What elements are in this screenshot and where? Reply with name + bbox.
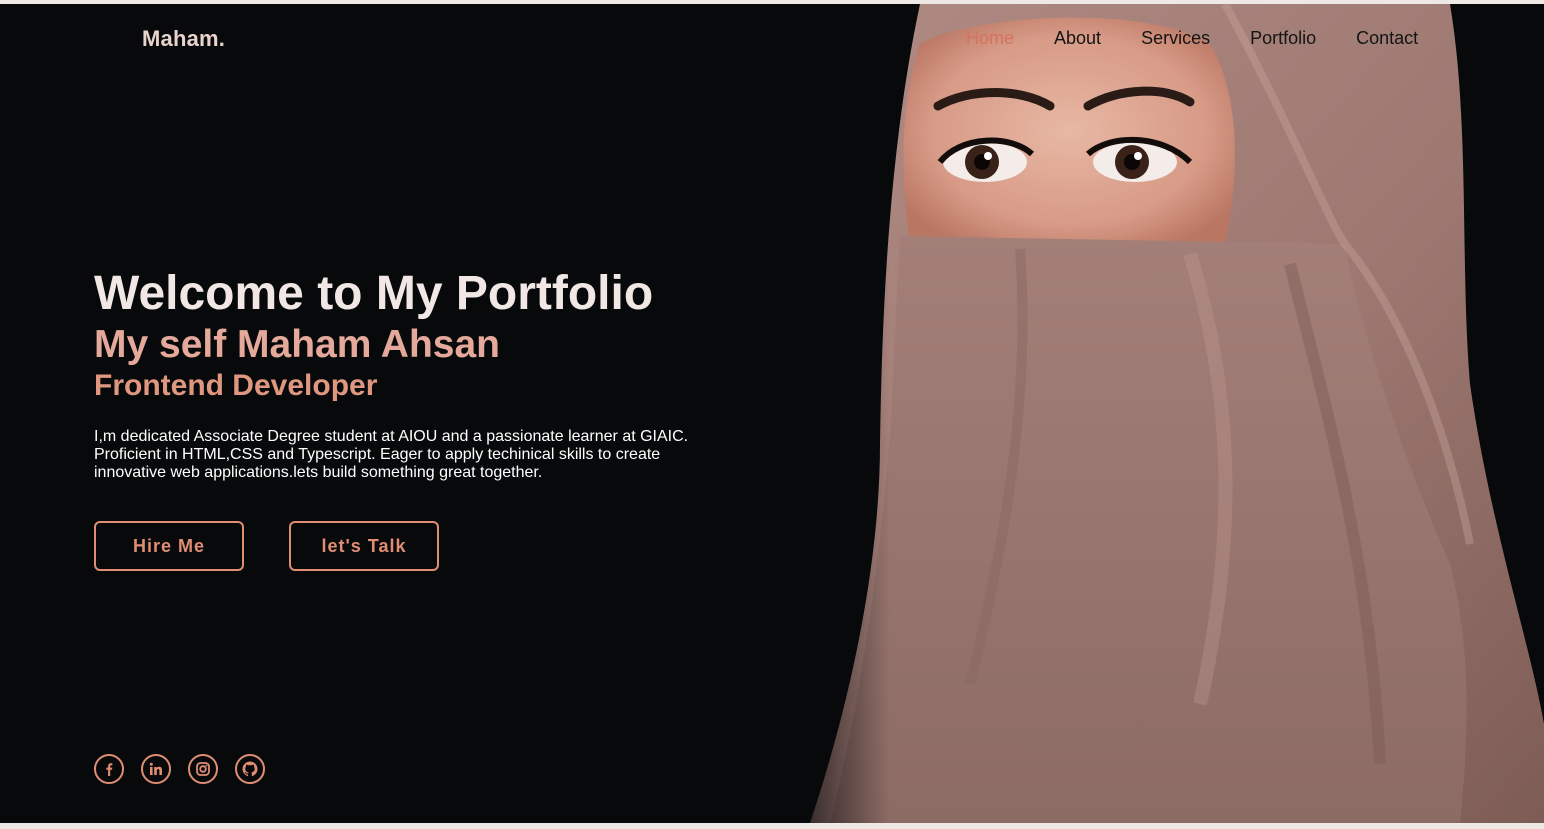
lets-talk-button[interactable]: let's Talk xyxy=(289,521,439,571)
nav-item-services[interactable]: Services xyxy=(1141,28,1210,49)
hero-description: I,m dedicated Associate Degree student a… xyxy=(94,428,689,481)
hero-role: Frontend Developer xyxy=(94,369,378,402)
hero-name: My self Maham Ahsan xyxy=(94,323,500,366)
social-links xyxy=(94,754,282,784)
nav-item-about[interactable]: About xyxy=(1054,28,1101,49)
hire-me-button[interactable]: Hire Me xyxy=(94,521,244,571)
site-logo[interactable]: Maham. xyxy=(142,26,225,52)
instagram-icon[interactable] xyxy=(188,754,218,784)
nav-item-home[interactable]: Home xyxy=(966,28,1014,49)
hero-section: Maham. Home About Services Portfolio Con… xyxy=(0,4,1544,823)
hero-content: Welcome to My Portfolio My self Maham Ah… xyxy=(94,266,734,482)
hero-title: Welcome to My Portfolio xyxy=(94,267,654,320)
main-nav: Home About Services Portfolio Contact xyxy=(966,28,1458,49)
nav-item-portfolio[interactable]: Portfolio xyxy=(1250,28,1316,49)
nav-item-contact[interactable]: Contact xyxy=(1356,28,1418,49)
facebook-icon[interactable] xyxy=(94,754,124,784)
hero-portrait-image xyxy=(770,4,1544,823)
github-icon[interactable] xyxy=(235,754,265,784)
linkedin-icon[interactable] xyxy=(141,754,171,784)
